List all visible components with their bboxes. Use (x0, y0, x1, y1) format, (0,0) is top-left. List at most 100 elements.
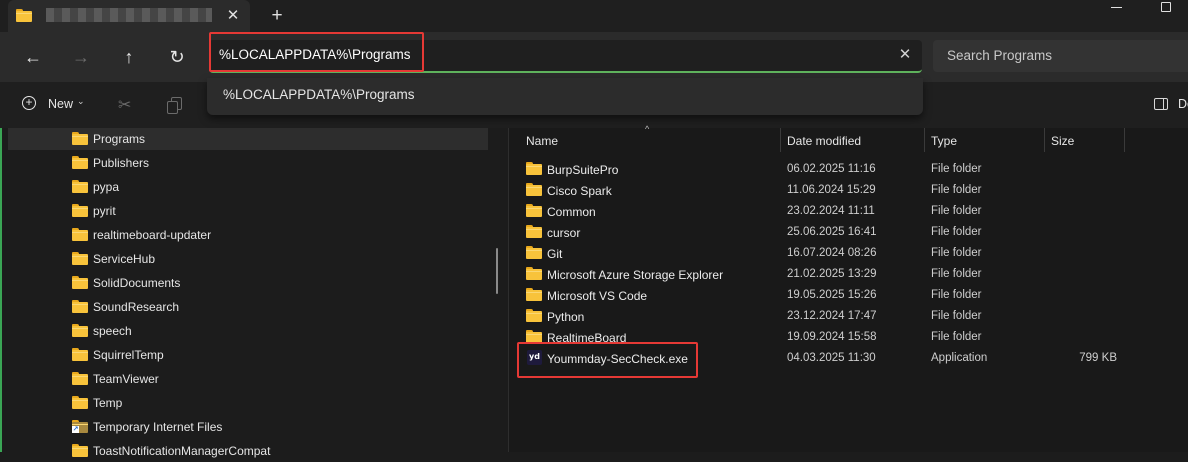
tree-item-label: Temp (93, 396, 123, 410)
new-button[interactable]: New (48, 97, 73, 111)
folder-icon (72, 204, 88, 217)
folder-icon (72, 132, 88, 145)
file-row[interactable]: Microsoft VS Code 19.05.2025 15:26 File fo… (509, 285, 1188, 306)
clear-address-icon[interactable]: ✕ (896, 45, 914, 65)
file-name: Cisco Spark (547, 184, 612, 198)
file-type: File folder (931, 184, 982, 196)
folder-icon (72, 324, 88, 337)
column-separator[interactable] (1044, 128, 1045, 152)
tree-item-label: pypa (93, 180, 120, 194)
folder-icon (526, 288, 542, 301)
tree-scrollbar[interactable] (496, 248, 498, 294)
tree-item[interactable]: speech (8, 320, 488, 342)
tree-item[interactable]: SoundResearch (8, 296, 488, 318)
tab-title-redacted (46, 8, 212, 22)
file-date: 19.09.2024 15:58 (787, 331, 877, 343)
file-row[interactable]: Common 23.02.2024 11:11 File folder (509, 201, 1188, 222)
file-name: Python (547, 310, 585, 324)
forward-button[interactable]: → (64, 40, 98, 74)
folder-icon (72, 300, 88, 313)
details-pane-icon[interactable] (1154, 98, 1168, 110)
file-row[interactable]: Git 16.07.2024 08:26 File folder (509, 243, 1188, 264)
tree-item[interactable]: SquirrelTemp (8, 344, 488, 366)
column-separator[interactable] (924, 128, 925, 152)
tree-item-label: Temporary Internet Files (93, 420, 223, 434)
tree-item[interactable]: ↗ Temporary Internet Files (8, 416, 488, 438)
file-date: 19.05.2025 15:26 (787, 289, 877, 301)
column-header-type[interactable]: Type (931, 134, 957, 148)
close-tab-icon[interactable]: ✕ (222, 6, 244, 26)
tree-item[interactable]: ToastNotificationManagerCompat (8, 440, 488, 462)
cut-icon[interactable]: ✂ (118, 95, 131, 115)
file-type: Application (931, 352, 988, 364)
address-suggestion-item[interactable]: %LOCALAPPDATA%\Programs (223, 87, 415, 102)
tree-item[interactable]: pyrit (8, 200, 488, 222)
column-header-name[interactable]: Name (526, 134, 558, 148)
file-type: File folder (931, 205, 982, 217)
column-separator[interactable] (780, 128, 781, 152)
tree-edge-accent (0, 128, 2, 452)
file-row[interactable]: BurpSuitePro 06.02.2025 11:16 File folder (509, 159, 1188, 180)
file-row[interactable]: Cisco Spark 11.06.2024 15:29 File folder (509, 180, 1188, 201)
tree-item[interactable]: Publishers (8, 152, 488, 174)
maximize-window-icon[interactable] (1160, 0, 1174, 14)
file-date: 23.12.2024 17:47 (787, 310, 877, 322)
file-date: 21.02.2025 13:29 (787, 268, 877, 280)
sort-ascending-icon: ^ (645, 124, 650, 134)
tree-item-label: SquirrelTemp (93, 348, 164, 362)
file-name: Common (547, 205, 596, 219)
file-row[interactable]: Python 23.12.2024 17:47 File folder (509, 306, 1188, 327)
folder-icon (72, 348, 88, 361)
folder-icon (72, 228, 88, 241)
search-input-placeholder[interactable]: Search Programs (947, 48, 1052, 63)
column-header-size[interactable]: Size (1051, 134, 1074, 148)
refresh-button[interactable]: ↻ (160, 40, 194, 74)
details-button[interactable]: De (1178, 97, 1188, 111)
file-type: File folder (931, 310, 982, 322)
tree-item-label: realtimeboard-updater (93, 228, 212, 242)
folder-icon (72, 372, 88, 385)
up-button[interactable]: ↑ (112, 40, 146, 74)
new-tab-button[interactable]: + (266, 5, 288, 27)
address-highlight-box (209, 32, 424, 72)
tree-item-label: ToastNotificationManagerCompat (93, 444, 271, 458)
minimize-window-icon[interactable] (1106, 0, 1128, 14)
file-name: BurpSuitePro (547, 163, 619, 177)
tree-item[interactable]: pypa (8, 176, 488, 198)
file-row[interactable]: Microsoft Azure Storage Explorer 21.02.20… (509, 264, 1188, 285)
folder-icon (526, 204, 542, 217)
column-header-date[interactable]: Date modified (787, 134, 861, 148)
tree-item[interactable]: TeamViewer (8, 368, 488, 390)
tree-item[interactable]: Programs (8, 128, 488, 150)
file-date: 16.07.2024 08:26 (787, 247, 877, 259)
new-plus-icon[interactable]: + (22, 96, 36, 110)
folder-icon (526, 309, 542, 322)
folder-icon (526, 162, 542, 175)
tree-item[interactable]: ServiceHub (8, 248, 488, 270)
folder-icon (72, 276, 88, 289)
file-highlight-box (517, 342, 698, 378)
copy-icon[interactable] (166, 95, 184, 114)
chevron-down-icon[interactable]: ⌄ (77, 96, 85, 107)
column-separator[interactable] (1124, 128, 1125, 152)
back-button[interactable]: ← (16, 40, 50, 74)
file-name: Microsoft Azure Storage Explorer (547, 268, 724, 282)
file-date: 06.02.2025 11:16 (787, 163, 876, 175)
tree-item-label: SoundResearch (93, 300, 180, 314)
file-name: Git (547, 247, 563, 261)
file-type: File folder (931, 268, 982, 280)
tree-item-label: speech (93, 324, 132, 338)
file-type: File folder (931, 163, 982, 175)
file-row[interactable]: cursor 25.06.2025 16:41 File folder (509, 222, 1188, 243)
folder-icon (526, 246, 542, 259)
file-type: File folder (931, 247, 982, 259)
tree-item-label: SolidDocuments (93, 276, 181, 290)
tree-item[interactable]: realtimeboard-updater (8, 224, 488, 246)
folder-icon (72, 252, 88, 265)
tree-item[interactable]: SolidDocuments (8, 272, 488, 294)
folder-icon (526, 225, 542, 238)
file-type: File folder (931, 289, 982, 301)
file-size: 799 KB (1079, 352, 1117, 364)
file-date: 04.03.2025 11:30 (787, 352, 876, 364)
tree-item[interactable]: Temp (8, 392, 488, 414)
